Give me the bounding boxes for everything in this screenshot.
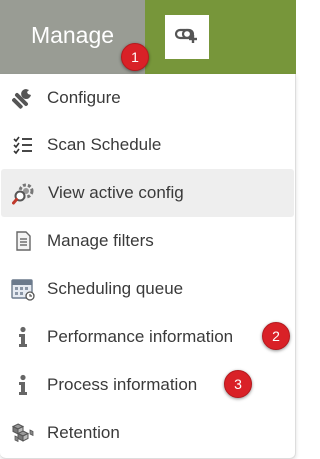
- menu-item-retention[interactable]: Retention: [0, 409, 295, 457]
- step-badge-1: 1: [121, 43, 149, 71]
- boxes-icon: [11, 421, 35, 445]
- menu-item-manage-filters[interactable]: Manage filters: [0, 217, 295, 265]
- menu-item-performance-information[interactable]: Performance information: [0, 313, 295, 361]
- menu-item-label: Configure: [47, 88, 121, 107]
- menu-item-configure[interactable]: Configure: [0, 74, 295, 122]
- manage-dropdown-menu: Configure Scan Schedule View active conf: [0, 74, 296, 459]
- menu-item-view-active-config[interactable]: View active config: [1, 169, 294, 217]
- info-icon: [11, 325, 35, 349]
- gear-magnifier-icon: [12, 181, 36, 205]
- add-link-button[interactable]: [165, 15, 209, 59]
- top-toolbar: Manage: [0, 0, 296, 74]
- menu-item-label: Process information: [47, 375, 198, 394]
- menu-item-label: View active config: [48, 183, 184, 202]
- add-link-icon: [174, 26, 200, 49]
- manage-tab-label: Manage: [30, 21, 115, 48]
- menu-item-label: Scan Schedule: [47, 135, 162, 154]
- menu-item-label: Retention: [47, 423, 120, 442]
- menu-item-scheduling-queue[interactable]: Scheduling queue: [0, 265, 295, 313]
- info-icon: [11, 373, 35, 397]
- checklist-icon: [11, 133, 35, 157]
- menu-item-label: Manage filters: [47, 231, 154, 250]
- step-badge-3: 3: [224, 370, 252, 398]
- menu-item-scan-schedule[interactable]: Scan Schedule: [0, 121, 295, 169]
- menu-item-label: Scheduling queue: [47, 279, 184, 298]
- menu-item-label: Performance information: [47, 327, 234, 346]
- step-badge-2: 2: [262, 322, 290, 350]
- calendar-icon: [11, 277, 35, 301]
- document-icon: [11, 229, 35, 253]
- wrench-icon: [11, 86, 35, 110]
